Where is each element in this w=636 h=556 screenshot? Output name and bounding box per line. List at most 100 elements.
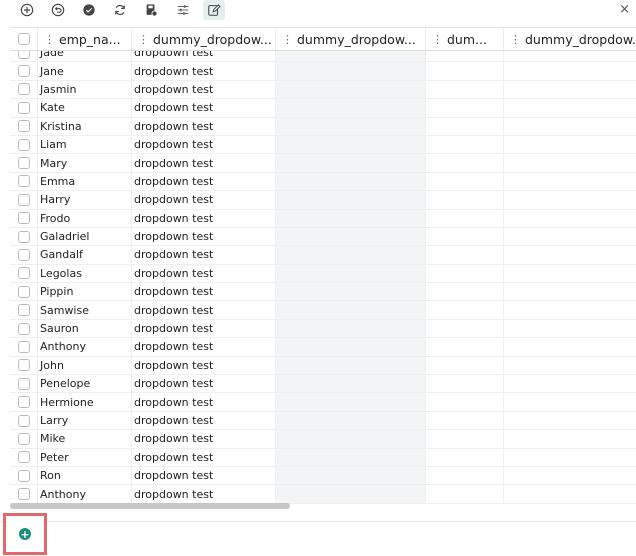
dropdown-cell[interactable]: dropdown test — [132, 356, 276, 375]
empty-cell[interactable] — [426, 283, 504, 301]
empty-cell[interactable] — [426, 209, 504, 227]
empty-cell[interactable] — [504, 210, 636, 227]
table-row[interactable]: John dropdown test — [10, 356, 636, 376]
empty-cell[interactable] — [426, 393, 504, 411]
column-header-emp-name[interactable]: ⋮ emp_na... — [38, 28, 132, 50]
row-checkbox[interactable] — [17, 414, 30, 427]
column-header-dummy-dropdown-2[interactable]: ⋮ dummy_dropdow... — [276, 28, 426, 50]
empty-cell[interactable] — [276, 191, 426, 209]
emp-name-cell[interactable]: Pippin — [38, 283, 132, 301]
empty-cell[interactable] — [426, 62, 504, 80]
column-header-dummy-3[interactable]: ⋮ dum... — [426, 28, 504, 50]
empty-cell[interactable] — [276, 430, 426, 448]
emp-name-cell[interactable]: Jade — [38, 51, 132, 62]
drag-handle-icon[interactable]: ⋮ — [432, 33, 443, 46]
edit-icon[interactable] — [203, 0, 225, 20]
empty-cell[interactable] — [276, 154, 426, 172]
row-checkbox[interactable] — [17, 488, 30, 501]
row-checkbox[interactable] — [17, 396, 30, 409]
refresh-icon[interactable] — [109, 0, 131, 20]
dropdown-cell[interactable]: dropdown test — [132, 246, 276, 264]
drag-handle-icon[interactable]: ⋮ — [44, 33, 55, 46]
dropdown-cell[interactable]: dropdown test — [132, 448, 276, 466]
empty-cell[interactable] — [504, 228, 636, 245]
empty-cell[interactable] — [276, 99, 426, 117]
empty-cell[interactable] — [276, 246, 426, 264]
empty-cell[interactable] — [504, 154, 636, 171]
empty-cell[interactable] — [276, 319, 426, 338]
empty-cell[interactable] — [426, 135, 504, 154]
empty-cell[interactable] — [426, 338, 504, 356]
empty-cell[interactable] — [426, 375, 504, 393]
table-row[interactable]: Anthony dropdown test — [10, 338, 636, 357]
empty-cell[interactable] — [276, 466, 426, 485]
table-row[interactable]: Gandalf dropdown test — [10, 246, 636, 265]
add-icon[interactable] — [16, 0, 38, 20]
row-checkbox[interactable] — [17, 212, 30, 225]
empty-cell[interactable] — [276, 209, 426, 227]
emp-name-cell[interactable]: Mary — [38, 154, 132, 172]
empty-cell[interactable] — [426, 264, 504, 283]
row-checkbox[interactable] — [17, 248, 30, 261]
empty-cell[interactable] — [276, 411, 426, 430]
empty-cell[interactable] — [504, 51, 636, 61]
row-checkbox[interactable] — [17, 304, 30, 317]
emp-name-cell[interactable]: Hermione — [38, 393, 132, 411]
emp-name-cell[interactable]: Sauron — [38, 319, 132, 338]
row-checkbox[interactable] — [17, 359, 30, 372]
drag-handle-icon[interactable]: ⋮ — [138, 33, 149, 46]
table-row[interactable]: Mary dropdown test — [10, 154, 636, 173]
dropdown-cell[interactable]: dropdown test — [132, 172, 276, 191]
table-row[interactable]: Peter dropdown test — [10, 448, 636, 467]
table-row[interactable]: Legolas dropdown test — [10, 264, 636, 284]
empty-cell[interactable] — [276, 356, 426, 375]
empty-cell[interactable] — [276, 301, 426, 319]
table-row[interactable]: Jasmin dropdown test — [10, 80, 636, 100]
drag-handle-icon[interactable]: ⋮ — [510, 33, 521, 46]
table-row[interactable]: Larry dropdown test — [10, 411, 636, 431]
empty-cell[interactable] — [276, 117, 426, 135]
empty-cell[interactable] — [504, 265, 636, 282]
empty-cell[interactable] — [276, 135, 426, 154]
column-header-dummy-dropdown-4[interactable]: ⋮ dummy_dropdow... — [504, 28, 636, 50]
dropdown-cell[interactable]: dropdown test — [132, 264, 276, 283]
dropdown-cell[interactable]: dropdown test — [132, 466, 276, 485]
empty-cell[interactable] — [426, 448, 504, 466]
table-row[interactable]: Liam dropdown test — [10, 135, 636, 155]
empty-cell[interactable] — [426, 51, 504, 62]
table-row[interactable]: Ron dropdown test — [10, 466, 636, 486]
table-row[interactable]: Penelope dropdown test — [10, 375, 636, 394]
undo-icon[interactable] — [47, 0, 69, 20]
empty-cell[interactable] — [504, 301, 636, 318]
dropdown-cell[interactable]: dropdown test — [132, 99, 276, 117]
empty-cell[interactable] — [276, 375, 426, 393]
dropdown-cell[interactable]: dropdown test — [132, 319, 276, 338]
empty-cell[interactable] — [426, 80, 504, 99]
empty-cell[interactable] — [504, 136, 636, 153]
row-checkbox[interactable] — [17, 267, 30, 280]
row-checkbox[interactable] — [17, 451, 30, 464]
empty-cell[interactable] — [426, 191, 504, 209]
emp-name-cell[interactable]: Galadriel — [38, 227, 132, 246]
close-icon[interactable]: × — [619, 2, 630, 17]
dropdown-cell[interactable]: dropdown test — [132, 62, 276, 80]
dropdown-cell[interactable]: dropdown test — [132, 393, 276, 411]
dropdown-cell[interactable]: dropdown test — [132, 51, 276, 62]
empty-cell[interactable] — [426, 246, 504, 264]
table-row[interactable]: Harry dropdown test — [10, 191, 636, 210]
dropdown-cell[interactable]: dropdown test — [132, 209, 276, 227]
filter-settings-icon[interactable] — [172, 0, 194, 20]
emp-name-cell[interactable]: Samwise — [38, 301, 132, 319]
empty-cell[interactable] — [504, 191, 636, 208]
empty-cell[interactable] — [504, 393, 636, 410]
dropdown-cell[interactable]: dropdown test — [132, 135, 276, 154]
empty-cell[interactable] — [504, 173, 636, 190]
dropdown-cell[interactable]: dropdown test — [132, 191, 276, 209]
dropdown-cell[interactable]: dropdown test — [132, 338, 276, 356]
table-row[interactable]: Sauron dropdown test — [10, 319, 636, 339]
table-row[interactable]: Mike dropdown test — [10, 430, 636, 449]
empty-cell[interactable] — [276, 227, 426, 246]
emp-name-cell[interactable]: Kate — [38, 99, 132, 117]
empty-cell[interactable] — [276, 338, 426, 356]
emp-name-cell[interactable]: Jane — [38, 62, 132, 80]
